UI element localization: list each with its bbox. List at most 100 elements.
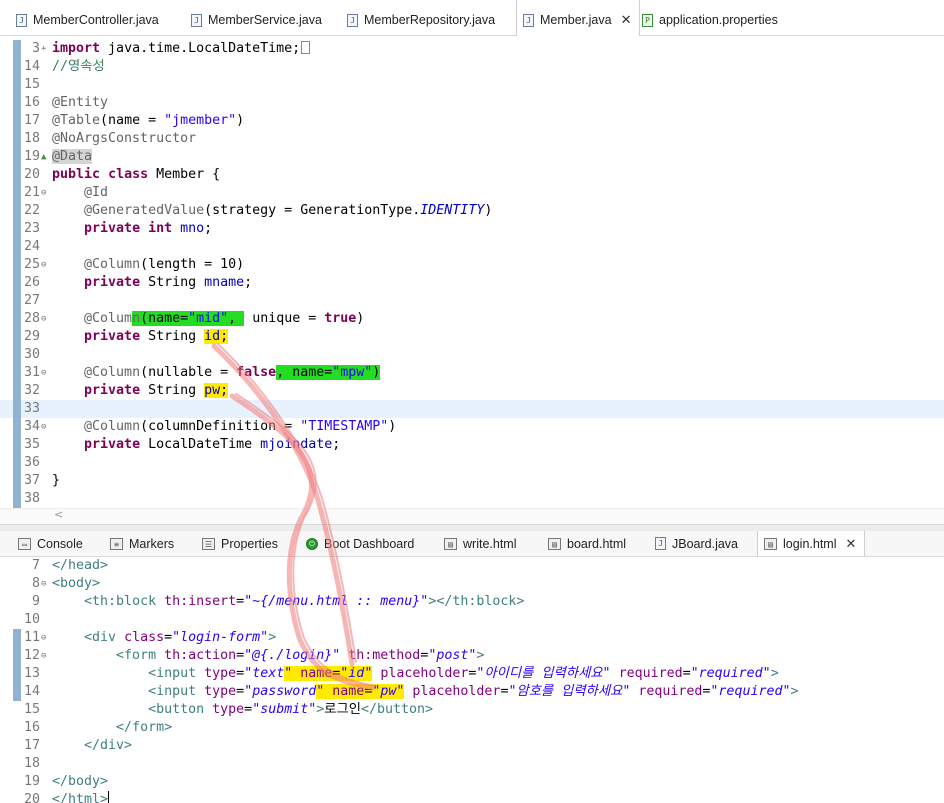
markers-icon: ≡	[110, 537, 123, 550]
code-line[interactable]: 32 private String pw;	[0, 382, 944, 400]
code-line[interactable]: 7 </head>	[0, 557, 944, 575]
code-line[interactable]: 20 public class Member {	[0, 166, 944, 184]
tab-markers[interactable]: ≡ Markers	[110, 531, 174, 556]
code-line[interactable]: 19 ▲ @Data	[0, 148, 944, 166]
tab-board-html[interactable]: ▤ board.html	[548, 531, 626, 556]
line-number: 12	[23, 648, 40, 663]
code-token: mname	[204, 275, 245, 290]
fold-toggle-icon[interactable]: ⊖	[41, 184, 51, 202]
code-token: </head>	[52, 558, 109, 573]
code-line[interactable]: 23 private int mno;	[0, 220, 944, 238]
line-number: 32	[23, 383, 40, 398]
code-line[interactable]: 9 <th:block th:insert="~{/menu.html :: m…	[0, 593, 944, 611]
code-line[interactable]: 30	[0, 346, 944, 364]
code-line[interactable]: 3 + import java.time.LocalDateTime;	[0, 40, 944, 58]
code-line[interactable]: 17 @Table(name = "jmember")	[0, 112, 944, 130]
java-editor[interactable]: 3 + import java.time.LocalDateTime; 14//영속성…	[0, 36, 944, 524]
fold-toggle-icon[interactable]: ▲	[41, 148, 51, 166]
fold-toggle-icon[interactable]: ⊖	[41, 647, 51, 665]
code-line[interactable]: 29 private String id;	[0, 328, 944, 346]
code-line[interactable]: 14 //영속성	[0, 58, 944, 76]
code-line[interactable]: 20 </html>	[0, 791, 944, 803]
code-token: class	[124, 630, 165, 645]
code-line[interactable]: 33	[0, 400, 944, 418]
fold-toggle-icon[interactable]: +	[41, 40, 51, 58]
html-file-icon: ▤	[764, 537, 777, 550]
code-line[interactable]: 24	[0, 238, 944, 256]
panel-divider[interactable]	[0, 524, 944, 531]
code-token: th:insert	[164, 594, 237, 609]
code-line[interactable]: 17 </div>	[0, 737, 944, 755]
tab-member-repository[interactable]: J MemberRepository.java	[347, 0, 495, 36]
scroll-left-icon[interactable]: <	[54, 508, 63, 521]
code-line[interactable]: 35 private LocalDateTime mjoindate;	[0, 436, 944, 454]
code-token: <form	[116, 648, 157, 663]
bottom-tab-bar: ▭ Console ≡ Markers ☰ Properties ⏻ Boot …	[0, 531, 944, 557]
tab-member-java[interactable]: J Member.java ✕	[516, 0, 641, 36]
code-token: "TIMESTAMP"	[300, 419, 389, 434]
code-line[interactable]: 14 <input type="password" name="pw" plac…	[0, 683, 944, 701]
line-number: 17	[23, 738, 40, 753]
line-number: 31	[23, 365, 40, 380]
code-line[interactable]: 19 </body>	[0, 773, 944, 791]
code-line[interactable]: 12 ⊖ <form th:action="@{./login}" th:meth…	[0, 647, 944, 665]
code-token: >	[476, 648, 485, 663]
line-number: 34	[23, 419, 40, 434]
code-line[interactable]: 37}	[0, 472, 944, 490]
fold-toggle-icon[interactable]: ⊖	[41, 364, 51, 382]
code-line[interactable]: 21 ⊖ @Id	[0, 184, 944, 202]
code-line[interactable]: 22 @GeneratedValue(strategy = Generation…	[0, 202, 944, 220]
code-token: }	[52, 473, 61, 488]
close-icon[interactable]: ✕	[621, 12, 632, 28]
code-line[interactable]: 25 ⊖ @Column(length = 10)	[0, 256, 944, 274]
horizontal-scrollbar[interactable]: <	[0, 508, 944, 524]
code-text: <div class="login-form">	[52, 629, 276, 647]
close-icon[interactable]: ✕	[846, 536, 857, 552]
tab-jboard-java[interactable]: J JBoard.java	[655, 531, 738, 556]
code-line[interactable]: 28 ⊖ @Column(name="mid", unique = true)	[0, 310, 944, 328]
code-line[interactable]: 18 @NoArgsConstructor	[0, 130, 944, 148]
code-line[interactable]: 26 private String mname;	[0, 274, 944, 292]
code-line[interactable]: 10	[0, 611, 944, 629]
tab-application-properties[interactable]: P application.properties	[642, 0, 778, 36]
fold-toggle-icon[interactable]: ⊖	[41, 310, 51, 328]
code-line[interactable]: 38	[0, 490, 944, 508]
code-token: @NoArgsConstructor	[52, 131, 197, 146]
code-token: =	[236, 684, 245, 699]
fold-toggle-icon[interactable]: ⊖	[41, 418, 51, 436]
code-line[interactable]: 31 ⊖ @Column(nullable = false, name="mpw"…	[0, 364, 944, 382]
tab-boot-dashboard[interactable]: ⏻ Boot Dashboard	[306, 531, 414, 556]
code-line[interactable]: 8 ⊖ <body>	[0, 575, 944, 593]
code-line[interactable]: 34 ⊖ @Column(columnDefinition = "TIMESTAM…	[0, 418, 944, 436]
line-number: 30	[23, 347, 40, 362]
html-editor[interactable]: 7 </head> 8 ⊖ <body> 9 <th:block th:insert="~…	[0, 557, 944, 803]
tab-write-html[interactable]: ▤ write.html	[444, 531, 516, 556]
code-token: >	[770, 666, 779, 681]
code-token: >	[790, 684, 799, 699]
fold-toggle-icon[interactable]: ⊖	[41, 575, 51, 593]
tab-member-controller[interactable]: J MemberController.java	[16, 0, 159, 36]
tab-label: MemberService.java	[208, 13, 322, 27]
code-line[interactable]: 18	[0, 755, 944, 773]
code-line[interactable]: 36	[0, 454, 944, 472]
fold-toggle-icon[interactable]: ⊖	[41, 256, 51, 274]
tab-login-html[interactable]: ▤ login.html ✕	[757, 531, 866, 556]
tab-console[interactable]: ▭ Console	[18, 531, 83, 556]
folded-imports-icon[interactable]	[301, 41, 311, 54]
code-line[interactable]: 11 ⊖ <div class="login-form">	[0, 629, 944, 647]
tab-properties[interactable]: ☰ Properties	[202, 531, 278, 556]
code-line[interactable]: 15 <button type="submit">로그인</button>	[0, 701, 944, 719]
code-line[interactable]: 15	[0, 76, 944, 94]
code-line[interactable]: 13 <input type="text" name="id" placehol…	[0, 665, 944, 683]
code-line[interactable]: 16 </form>	[0, 719, 944, 737]
tab-member-service[interactable]: J MemberService.java	[191, 0, 322, 36]
code-line[interactable]: 27	[0, 292, 944, 310]
line-number: 3	[31, 41, 40, 56]
fold-toggle-icon[interactable]: ⊖	[41, 629, 51, 647]
code-line[interactable]: 16 @Entity	[0, 94, 944, 112]
